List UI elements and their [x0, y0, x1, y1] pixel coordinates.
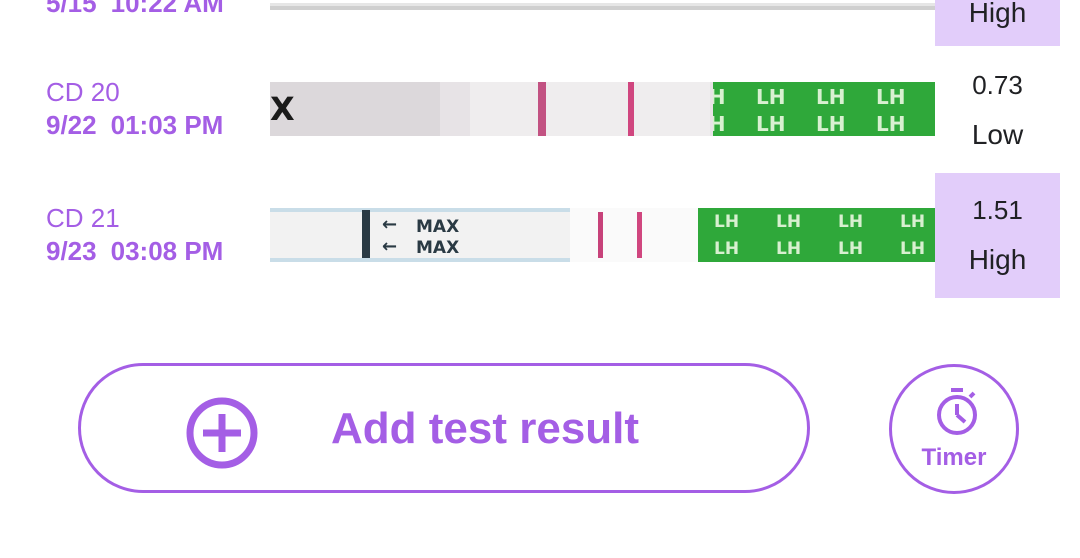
result-level: High	[968, 244, 1027, 275]
cycle-day: CD 20	[46, 77, 120, 107]
result-level: High	[968, 0, 1027, 28]
test-timestamp: CD 20 9/22 01:03 PM	[46, 76, 223, 142]
timer-label: Timer	[921, 444, 987, 471]
test-date: 9/23	[46, 236, 97, 266]
test-strip-image: LH ← MAX ← MAX	[270, 208, 935, 262]
test-date: 5/15	[46, 0, 97, 18]
test-row[interactable]: 5/15 10:22 AM High	[0, 0, 1080, 50]
test-row[interactable]: CD 20 9/22 01:03 PM LH X 0.73 Low	[0, 70, 1080, 154]
strip-print: X	[270, 90, 295, 128]
test-row[interactable]: CD 21 9/23 03:08 PM LH ← MAX ← MAX	[0, 173, 1080, 300]
result-cell: 1.51 High	[935, 173, 1060, 298]
strip-print: MAX	[416, 238, 459, 258]
control-line	[538, 82, 546, 136]
add-test-result-label: Add test result	[331, 404, 640, 453]
result-value: 1.51	[972, 195, 1023, 225]
test-time: 03:08 PM	[110, 236, 224, 266]
test-time: 01:03 PM	[110, 110, 224, 140]
test-line	[637, 212, 642, 258]
add-circle-icon	[186, 397, 258, 469]
result-level: Low	[971, 119, 1024, 150]
test-line	[628, 82, 634, 136]
test-time: 10:22 AM	[110, 0, 224, 18]
result-cell: High	[935, 0, 1060, 46]
test-timestamp: 5/15 10:22 AM	[46, 0, 224, 20]
test-date: 9/22	[46, 110, 97, 140]
add-test-result-button[interactable]: Add test result	[78, 363, 810, 493]
result-value: 0.73	[972, 70, 1023, 100]
svg-text:←: ←	[382, 236, 397, 257]
result-cell: 0.73 Low	[935, 60, 1060, 160]
control-line	[598, 212, 603, 258]
test-timestamp: CD 21 9/23 03:08 PM	[46, 202, 223, 268]
svg-text:←: ←	[382, 214, 397, 235]
timer-button[interactable]: Timer	[889, 364, 1019, 494]
cycle-day: CD 21	[46, 203, 120, 233]
strip-print: MAX	[416, 217, 459, 237]
test-strip-image	[270, 0, 935, 10]
test-strip-image: LH X	[270, 82, 935, 136]
stopwatch-icon	[937, 388, 977, 435]
